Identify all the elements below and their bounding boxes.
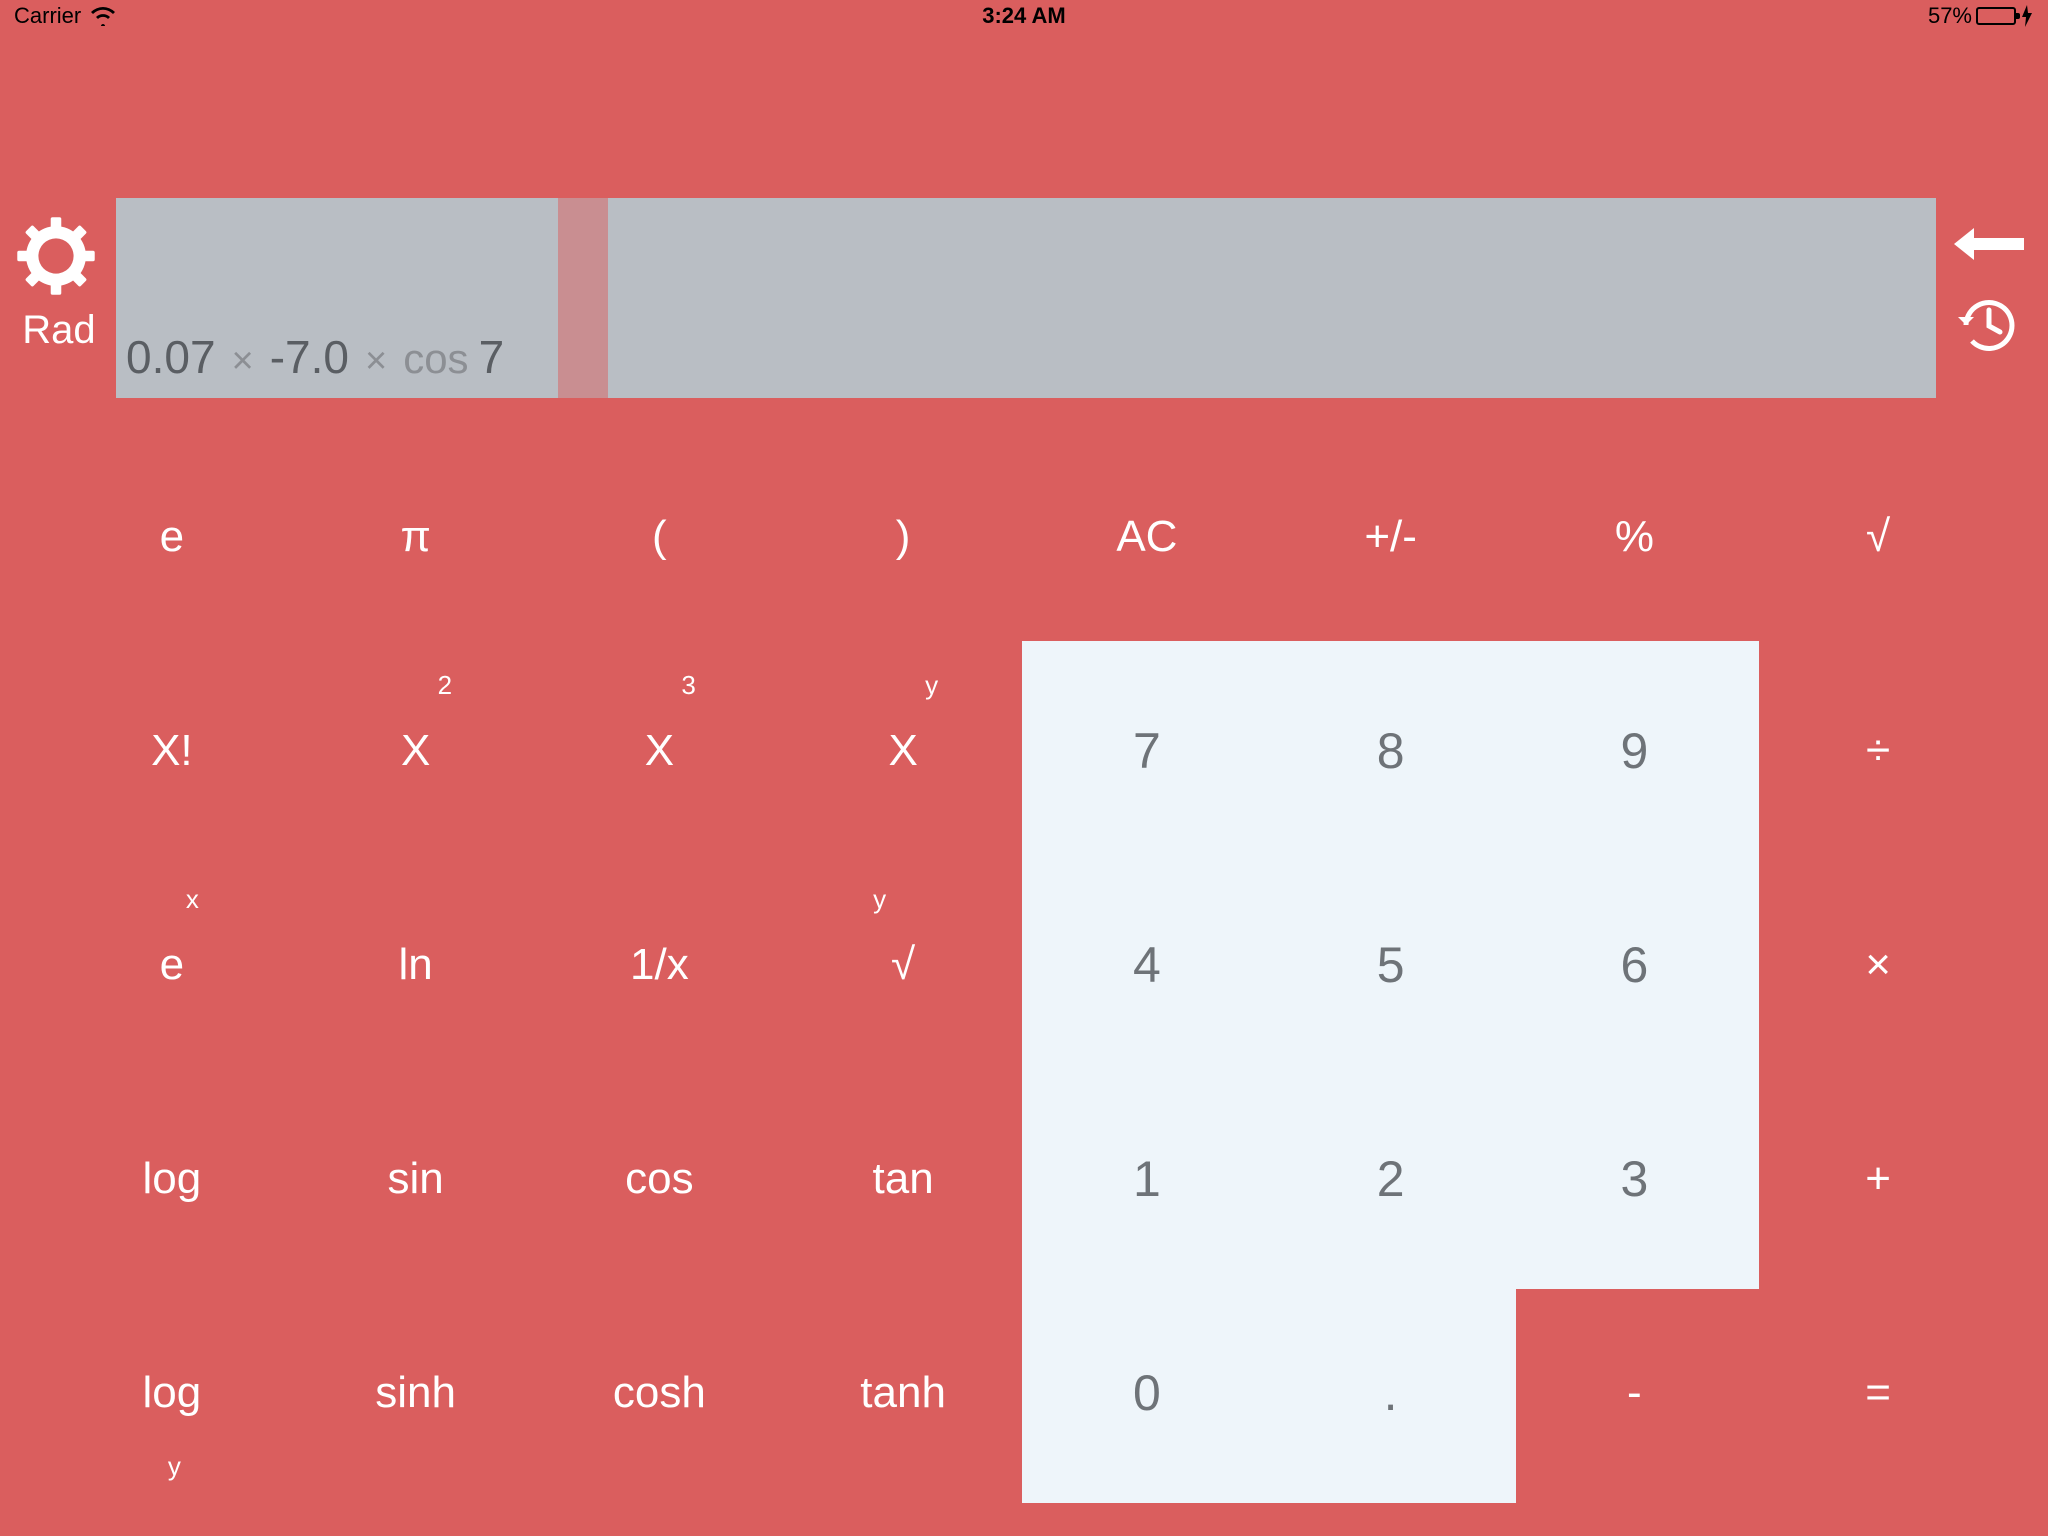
key-factorial[interactable]: X! [50, 644, 294, 858]
expression-text: 0.07 × -7.0 × cos 7 [126, 330, 504, 384]
key-ln[interactable]: ln [294, 858, 538, 1072]
status-bar: Carrier 3:24 AM 57% [0, 0, 2048, 32]
key-2[interactable]: 2 [1269, 1072, 1513, 1286]
key-pi[interactable]: π [294, 430, 538, 644]
key-1[interactable]: 1 [1025, 1072, 1269, 1286]
expr-operand: -7.0 [270, 330, 349, 384]
key-yroot[interactable]: √y [781, 858, 1025, 1072]
history-button[interactable] [1956, 292, 2022, 358]
key-sqrt[interactable]: √ [1756, 430, 2000, 644]
key-cosh[interactable]: cosh [538, 1286, 782, 1500]
battery-icon [1976, 7, 2016, 25]
charging-icon [2020, 5, 2034, 27]
key-minus[interactable]: - [1513, 1286, 1757, 1500]
key-cos[interactable]: cos [538, 1072, 782, 1286]
key-xy[interactable]: Xy [781, 644, 1025, 858]
key-tan[interactable]: tan [781, 1072, 1025, 1286]
expr-operand: 0.07 [126, 330, 216, 384]
key-plus[interactable]: + [1756, 1072, 2000, 1286]
expr-operator: × [232, 340, 254, 383]
expression-display[interactable]: 0.07 × -7.0 × cos 7 [116, 198, 1936, 398]
key-equals[interactable]: = [1756, 1286, 2000, 1500]
key-7[interactable]: 7 [1025, 644, 1269, 858]
key-sign[interactable]: +/- [1269, 430, 1513, 644]
key-6[interactable]: 6 [1513, 858, 1757, 1072]
key-8[interactable]: 8 [1269, 644, 1513, 858]
key-e[interactable]: e [50, 430, 294, 644]
key-4[interactable]: 4 [1025, 858, 1269, 1072]
key-3[interactable]: 3 [1513, 1072, 1757, 1286]
battery-pct-label: 57% [1928, 3, 1972, 29]
key-ex[interactable]: ex [50, 858, 294, 1072]
expr-operator: × [365, 340, 387, 383]
keypad: e π ( ) AC +/- % √ X! X2 X3 Xy 7 8 9 ÷ e… [50, 430, 2000, 1500]
key-log[interactable]: log [50, 1072, 294, 1286]
key-9[interactable]: 9 [1513, 644, 1757, 858]
key-x3[interactable]: X3 [538, 644, 782, 858]
key-percent[interactable]: % [1513, 430, 1757, 644]
key-0[interactable]: 0 [1025, 1286, 1269, 1500]
key-decimal[interactable]: . [1269, 1286, 1513, 1500]
expr-function: cos [403, 335, 468, 383]
key-5[interactable]: 5 [1269, 858, 1513, 1072]
cursor-highlight [558, 198, 608, 398]
key-close-paren[interactable]: ) [781, 430, 1025, 644]
angle-mode-button[interactable]: Rad [22, 308, 95, 353]
carrier-label: Carrier [14, 3, 81, 29]
key-x2[interactable]: X2 [294, 644, 538, 858]
backspace-button[interactable] [1950, 224, 2028, 264]
key-ac[interactable]: AC [1025, 430, 1269, 644]
settings-button[interactable] [12, 212, 100, 300]
key-open-paren[interactable]: ( [538, 430, 782, 644]
key-reciprocal[interactable]: 1/x [538, 858, 782, 1072]
clock-label: 3:24 AM [0, 3, 2048, 29]
key-multiply[interactable]: × [1756, 858, 2000, 1072]
key-divide[interactable]: ÷ [1756, 644, 2000, 858]
wifi-icon [89, 6, 117, 26]
key-sinh[interactable]: sinh [294, 1286, 538, 1500]
key-tanh[interactable]: tanh [781, 1286, 1025, 1500]
key-sin[interactable]: sin [294, 1072, 538, 1286]
expr-operand: 7 [479, 330, 505, 384]
key-logy[interactable]: logy [50, 1286, 294, 1500]
